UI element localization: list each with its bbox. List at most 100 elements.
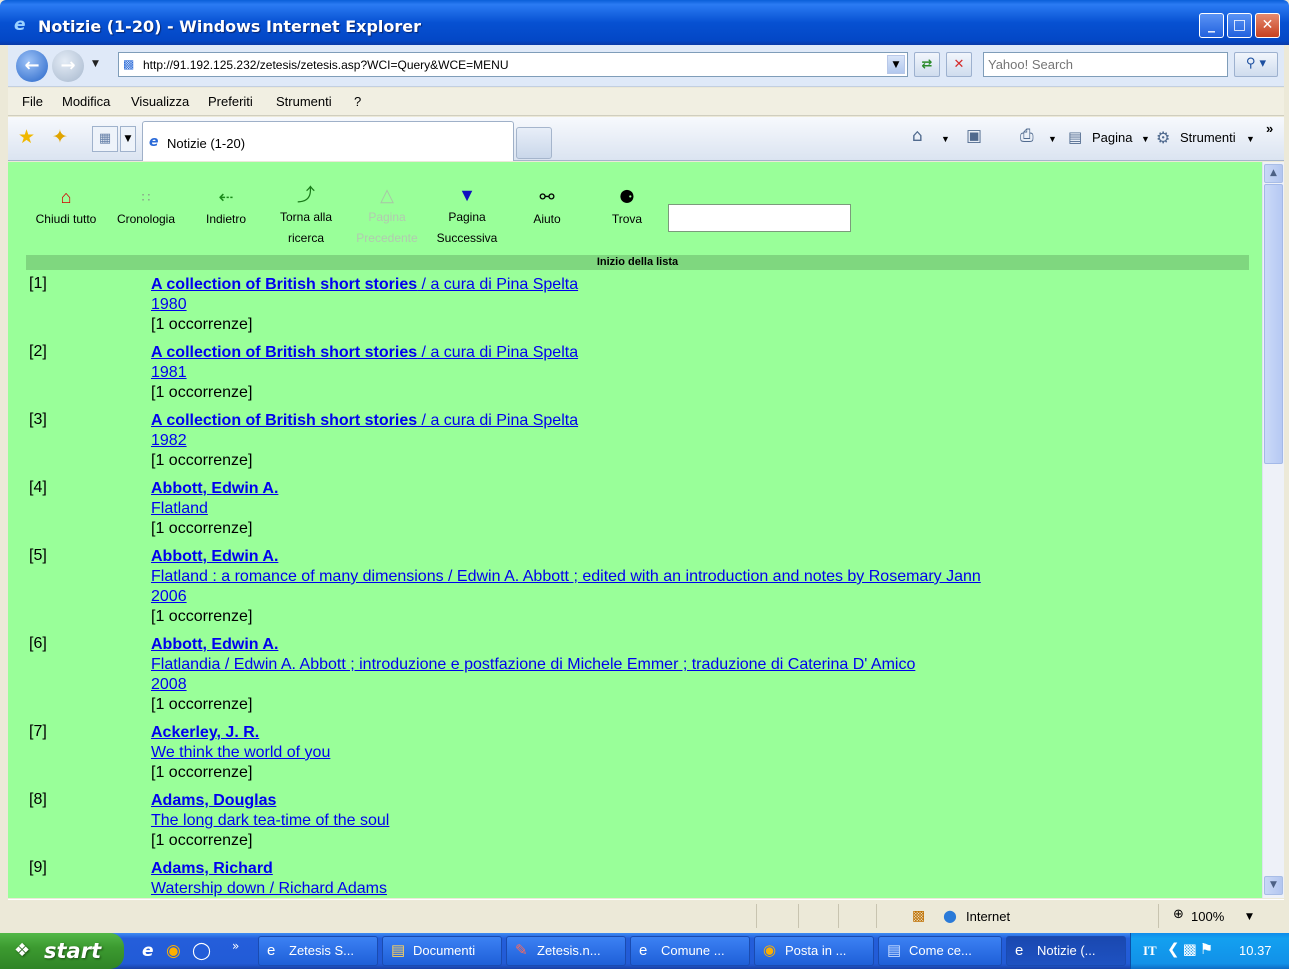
scroll-down-icon[interactable]: ▼ (1264, 876, 1283, 895)
start-button[interactable]: ❖ start (0, 933, 124, 969)
word-icon: ▤ (887, 942, 902, 959)
menu-preferiti[interactable]: Preferiti (208, 94, 253, 109)
taskbar-item[interactable]: e Zetesis S... (258, 936, 378, 966)
address-field[interactable]: ▩ http://91.192.125.232/zetesis/zetesis.… (118, 52, 908, 77)
tool-torna-alla-ricerca[interactable]: ⤴ Torna alla ricerca (270, 184, 342, 247)
search-input[interactable] (984, 53, 1227, 76)
record-year-link[interactable]: 2008 (151, 675, 915, 695)
record-title-link[interactable]: We think the world of you (151, 743, 330, 763)
find-input[interactable] (669, 205, 850, 231)
record-author-link[interactable]: Abbott, Edwin A. (151, 635, 915, 655)
gear-icon: ⚙ (1156, 128, 1171, 147)
minimize-button[interactable]: _ (1199, 13, 1224, 38)
record-author-link[interactable]: Abbott, Edwin A. (151, 479, 278, 499)
record-year-link[interactable]: 1980 (151, 295, 578, 315)
record-occurrences: [1 occorrenze] (151, 696, 253, 713)
zoom-level[interactable]: 100% (1191, 909, 1224, 924)
page-menu[interactable]: Pagina (1092, 130, 1132, 145)
menu-help[interactable]: ? (354, 94, 361, 109)
record-number: [4] (29, 479, 47, 496)
menu-visualizza[interactable]: Visualizza (131, 94, 189, 109)
history-dropdown-icon[interactable]: ▼ (92, 59, 99, 69)
record-title-link[interactable]: Flatland (151, 499, 278, 519)
record-year-link[interactable]: 2006 (151, 587, 981, 607)
page-dropdown-icon[interactable]: ▼ (1141, 134, 1150, 144)
tray-icons[interactable]: ❮▩⚑ (1167, 940, 1216, 958)
taskbar-item-active[interactable]: e Notizie (... (1006, 936, 1126, 966)
tab-list-dropdown-icon[interactable]: ▼ (120, 126, 136, 152)
tab-bar: ★ ✦ ▦ ▼ e Notizie (1-20) ⌂ ▼ ▣ ⎙ ▼ ▤ Pag… (8, 117, 1284, 161)
forward-button[interactable]: → (52, 50, 84, 82)
tool-cronologia[interactable]: ∷ Cronologia (108, 186, 184, 230)
find-field[interactable] (668, 204, 851, 232)
record-occurrences: [1 occorrenze] (151, 520, 253, 537)
scrollbar-thumb[interactable] (1264, 184, 1283, 464)
scroll-up-icon[interactable]: ▲ (1264, 164, 1283, 183)
menu-modifica[interactable]: Modifica (62, 94, 110, 109)
record-title-link[interactable]: Flatland : a romance of many dimensions … (151, 567, 981, 587)
address-url[interactable]: http://91.192.125.232/zetesis/zetesis.as… (143, 58, 509, 72)
record-year-link[interactable]: 1981 (151, 363, 578, 383)
add-favorites-icon[interactable]: ✦ (52, 126, 68, 148)
tools-menu[interactable]: Strumenti (1180, 130, 1236, 145)
print-dropdown-icon[interactable]: ▼ (1048, 134, 1057, 144)
record-title-link[interactable]: Watership down / Richard Adams (151, 879, 387, 898)
search-field[interactable] (983, 52, 1228, 77)
list-item: [9] Adams, Richard Watership down / Rich… (8, 856, 1262, 898)
taskbar-item[interactable]: ▤ Come ce... (878, 936, 1002, 966)
favorites-star-icon[interactable]: ★ (18, 126, 35, 148)
record-year-link[interactable]: 1982 (151, 431, 578, 451)
maximize-button[interactable]: □ (1227, 13, 1252, 38)
record-author-link[interactable]: Adams, Douglas (151, 791, 389, 811)
record-title-link[interactable]: A collection of British short stories / … (151, 275, 578, 295)
tool-pagina-successiva[interactable]: ▼ Pagina Successiva (432, 184, 502, 247)
menu-file[interactable]: File (22, 94, 43, 109)
home-icon[interactable]: ⌂ (912, 126, 923, 146)
quicklaunch-more-icon[interactable]: » (232, 939, 239, 953)
tool-trova[interactable]: ⚈ Trova (602, 186, 652, 230)
record-title-link[interactable]: Flatlandia / Edwin A. Abbott ; introduzi… (151, 655, 915, 675)
tool-chiudi-tutto[interactable]: ⌂ Chiudi tutto (26, 186, 106, 230)
close-button[interactable]: ✕ (1255, 13, 1280, 38)
record-title-link[interactable]: A collection of British short stories / … (151, 411, 578, 431)
taskbar-item[interactable]: ▤ Documenti (382, 936, 502, 966)
stop-button[interactable]: ✕ (946, 52, 972, 77)
browser-quicklaunch-icon[interactable]: ◯ (192, 941, 211, 961)
taskbar: ❖ start e ◉ ◯ » e Zetesis S... ▤ Documenti… (0, 933, 1289, 969)
record-title-link[interactable]: The long dark tea-time of the soul (151, 811, 389, 831)
taskbar-item[interactable]: ✎ Zetesis.n... (506, 936, 626, 966)
page-menu-icon: ▤ (1068, 128, 1083, 146)
vertical-scrollbar[interactable]: ▲ ▼ (1262, 162, 1284, 898)
history-icon: ∷ (141, 189, 151, 205)
page-content: ⌂ Chiudi tutto ∷ Cronologia ⇠ Indietro ⤴… (8, 162, 1262, 898)
menu-strumenti[interactable]: Strumenti (276, 94, 332, 109)
quick-tabs-icon[interactable]: ▦ (92, 126, 118, 152)
record-number: [8] (29, 791, 47, 808)
address-dropdown-icon[interactable]: ▼ (887, 55, 905, 74)
status-divider (798, 904, 799, 928)
back-button[interactable]: ← (16, 50, 48, 82)
outlook-quicklaunch-icon[interactable]: ◉ (166, 941, 181, 961)
home-dropdown-icon[interactable]: ▼ (941, 134, 950, 144)
zoom-dropdown-icon[interactable]: ▼ (1246, 912, 1253, 922)
record-title-link[interactable]: A collection of British short stories / … (151, 343, 578, 363)
tools-dropdown-icon[interactable]: ▼ (1246, 134, 1255, 144)
status-divider (756, 904, 757, 928)
record-author-link[interactable]: Abbott, Edwin A. (151, 547, 981, 567)
taskbar-item[interactable]: ◉ Posta in ... (754, 936, 874, 966)
language-indicator[interactable]: IT (1143, 943, 1157, 959)
print-icon[interactable]: ⎙ (1020, 126, 1034, 146)
search-button[interactable]: ⚲ ▾ (1234, 52, 1278, 77)
chevron-more-icon[interactable]: » (1266, 121, 1273, 136)
record-author-link[interactable]: Adams, Richard (151, 859, 387, 879)
refresh-button[interactable]: ⇄ (914, 52, 940, 77)
taskbar-item[interactable]: e Comune ... (630, 936, 750, 966)
tool-aiuto[interactable]: ⚯ Aiuto (520, 186, 574, 230)
record-author-link[interactable]: Ackerley, J. R. (151, 723, 330, 743)
new-tab-button[interactable] (516, 127, 552, 159)
tool-indietro[interactable]: ⇠ Indietro (196, 186, 256, 230)
tab-notizie[interactable]: e Notizie (1-20) (142, 121, 514, 161)
ie-quicklaunch-icon[interactable]: e (142, 941, 154, 961)
feeds-icon[interactable]: ▣ (966, 126, 982, 146)
list-item: [7] Ackerley, J. R. We think the world o… (8, 720, 1262, 788)
